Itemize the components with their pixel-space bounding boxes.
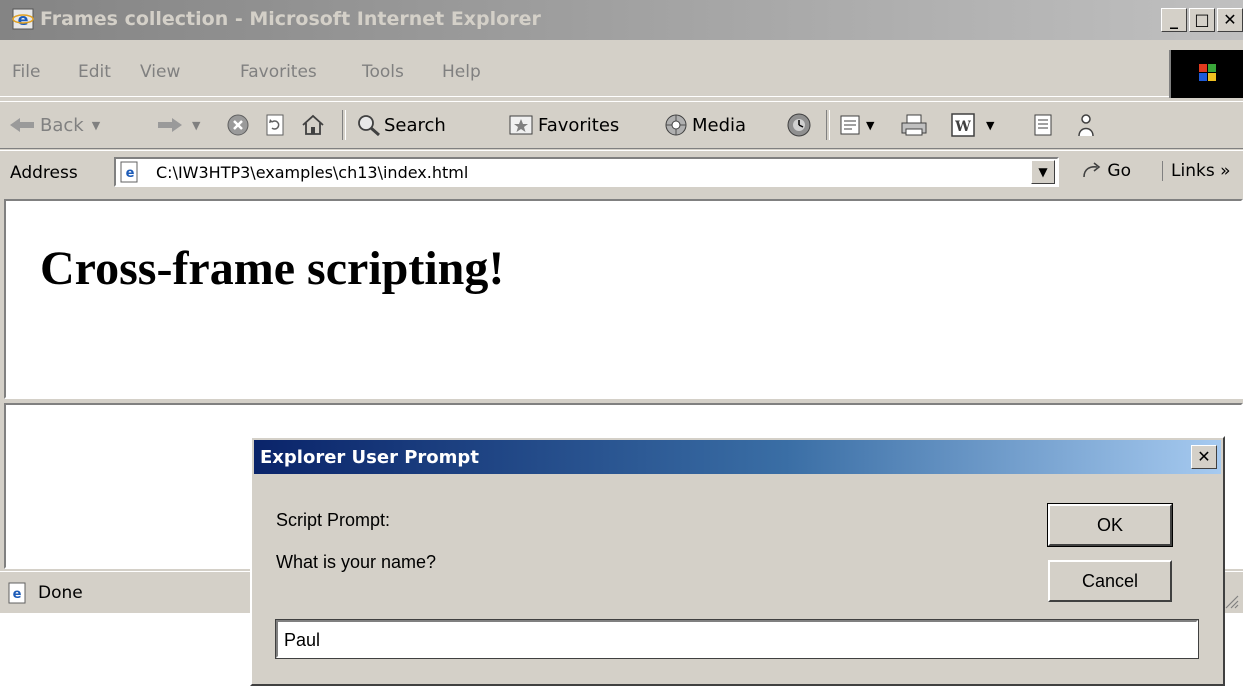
ok-button[interactable]: OK — [1047, 503, 1173, 547]
minimize-icon: _ — [1170, 10, 1178, 29]
toolbar-separator — [826, 110, 830, 140]
close-icon: ✕ — [1223, 10, 1237, 29]
go-label: Go — [1107, 161, 1131, 181]
windows-logo-icon — [1169, 50, 1243, 98]
favorites-button[interactable]: Favorites — [508, 111, 619, 139]
svg-text:e: e — [126, 166, 135, 181]
search-icon — [358, 115, 380, 137]
favorites-star-icon — [509, 115, 533, 135]
top-frame: Cross-frame scripting! — [4, 199, 1243, 399]
messenger-icon — [1078, 114, 1094, 137]
print-icon — [901, 114, 927, 136]
toolbar-separator — [342, 110, 346, 140]
minimize-button[interactable]: _ — [1161, 8, 1187, 32]
page-heading: Cross-frame scripting! — [40, 242, 505, 295]
explorer-user-prompt-dialog: Explorer User Prompt ✕ Script Prompt: Wh… — [250, 436, 1225, 686]
svg-text:W: W — [954, 119, 971, 135]
menu-edit[interactable]: Edit — [78, 62, 111, 82]
go-button[interactable]: Go — [1080, 161, 1131, 181]
media-label: Media — [692, 114, 747, 136]
search-label: Search — [384, 114, 446, 136]
favorites-label: Favorites — [538, 114, 620, 136]
close-button[interactable]: ✕ — [1217, 8, 1243, 32]
cancel-button[interactable]: Cancel — [1048, 560, 1172, 602]
mail-button[interactable]: ▼ — [838, 111, 874, 139]
address-label: Address — [10, 163, 78, 183]
media-icon — [665, 114, 687, 136]
media-button[interactable]: Media — [664, 111, 746, 139]
script-prompt-label: Script Prompt: — [276, 510, 391, 530]
address-bar: Address e C:\IW3HTP3\examples\ch13\index… — [0, 150, 1243, 195]
back-dropdown-icon[interactable]: ▼ — [92, 119, 100, 132]
page-icon: e — [120, 161, 138, 183]
stop-button[interactable] — [226, 111, 250, 139]
dialog-close-button[interactable]: ✕ — [1191, 445, 1217, 469]
menu-tools[interactable]: Tools — [362, 62, 404, 82]
menu-help[interactable]: Help — [442, 62, 481, 82]
toolbar: Back ▼ ▼ Search Favorites Media ▼ W ▼ — [0, 101, 1243, 149]
edit-button[interactable]: W ▼ — [950, 111, 994, 139]
word-edit-icon: W — [951, 113, 975, 137]
resize-grip-icon[interactable] — [1223, 593, 1239, 609]
dialog-title-bar[interactable]: Explorer User Prompt ✕ — [254, 440, 1221, 474]
menu-bar: File Edit View Favorites Tools Help — [0, 52, 1243, 97]
refresh-button[interactable] — [264, 111, 288, 139]
title-bar: e Frames collection - Microsoft Internet… — [0, 0, 1243, 40]
address-url: C:\IW3HTP3\examples\ch13\index.html — [156, 163, 469, 182]
name-input[interactable]: Paul — [275, 619, 1199, 659]
forward-button[interactable]: ▼ — [156, 111, 200, 139]
dialog-title: Explorer User Prompt — [260, 447, 479, 468]
maximize-button[interactable]: □ — [1189, 8, 1215, 32]
prompt-question: What is your name? — [276, 552, 437, 572]
edit-dropdown-icon[interactable]: ▼ — [986, 119, 994, 132]
links-button[interactable]: Links » — [1162, 161, 1230, 181]
print-button[interactable] — [900, 111, 928, 139]
forward-arrow-icon — [158, 118, 182, 132]
back-button[interactable]: Back ▼ — [8, 111, 100, 139]
back-label: Back — [40, 114, 84, 136]
status-text: Done — [38, 583, 83, 603]
address-dropdown-icon[interactable]: ▼ — [1031, 160, 1055, 184]
stop-icon — [227, 114, 249, 136]
svg-text:e: e — [13, 587, 22, 602]
forward-dropdown-icon[interactable]: ▼ — [192, 119, 200, 132]
internet-explorer-icon: e — [12, 8, 34, 30]
mail-icon — [840, 115, 860, 135]
menu-view[interactable]: View — [140, 62, 180, 82]
messenger-button[interactable] — [1074, 111, 1098, 139]
svg-text:e: e — [18, 10, 29, 29]
search-button[interactable]: Search — [356, 111, 446, 139]
history-button[interactable] — [786, 111, 812, 139]
window-title: Frames collection - Microsoft Internet E… — [40, 8, 541, 30]
close-icon: ✕ — [1197, 447, 1211, 466]
name-input-value: Paul — [284, 630, 321, 650]
go-arrow-icon — [1083, 162, 1101, 178]
address-input[interactable]: e C:\IW3HTP3\examples\ch13\index.html ▼ — [114, 157, 1059, 187]
discuss-button[interactable] — [1032, 111, 1054, 139]
history-icon — [787, 113, 811, 137]
back-arrow-icon — [10, 118, 34, 132]
menu-file[interactable]: File — [12, 62, 40, 82]
menu-favorites[interactable]: Favorites — [240, 62, 317, 82]
done-page-icon: e — [8, 582, 26, 604]
refresh-icon — [266, 114, 284, 136]
maximize-icon: □ — [1194, 10, 1210, 29]
home-button[interactable] — [300, 111, 326, 139]
mail-dropdown-icon[interactable]: ▼ — [866, 119, 874, 132]
home-icon — [302, 114, 324, 135]
discuss-icon — [1034, 114, 1052, 136]
